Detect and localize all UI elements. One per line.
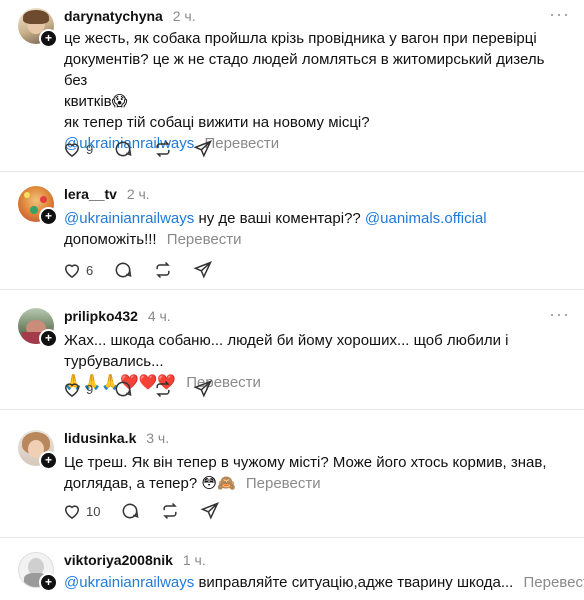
comment-line: Жах... шкода собаню... людей би йому хор…: [64, 332, 509, 370]
share-icon: [193, 261, 213, 279]
share-button[interactable]: [193, 139, 213, 159]
heart-icon: [64, 264, 80, 278]
repost-button[interactable]: [160, 501, 180, 521]
more-options-icon[interactable]: ···: [549, 4, 570, 25]
follow-plus-icon[interactable]: +: [39, 573, 58, 592]
comment: + viktoriya2008nik 1 ч. @ukrainianrailwa…: [0, 538, 584, 600]
timestamp: 2 ч.: [172, 8, 196, 24]
avatar[interactable]: +: [18, 430, 58, 470]
comment: + darynatychyna 2 ч. ··· це жесть, як со…: [0, 0, 584, 172]
mention-link[interactable]: @ukrainianrailways: [64, 574, 194, 591]
repost-icon: [156, 140, 171, 158]
comment-header: darynatychyna 2 ч.: [64, 8, 196, 24]
comment-icon: [115, 141, 132, 157]
action-bar: 10: [62, 500, 240, 522]
comment-text-segment: виправляйте ситуацію,адже тварину шкода.…: [194, 574, 514, 591]
comment-header: viktoriya2008nik 1 ч.: [64, 552, 206, 568]
comment-line: як тепер тій собаці вижити на новому міс…: [64, 114, 370, 131]
repost-button[interactable]: [153, 139, 173, 159]
comment-line: Це треш. Як він тепер в чужому місті? Мо…: [64, 454, 547, 471]
timestamp: 2 ч.: [126, 186, 150, 202]
timestamp: 3 ч.: [146, 430, 170, 446]
action-bar: 9: [62, 378, 233, 400]
comment-text: @ukrainianrailways ну де ваші коментарі?…: [64, 208, 560, 250]
repost-button[interactable]: [153, 379, 173, 399]
share-icon: [200, 502, 220, 520]
follow-plus-icon[interactable]: +: [39, 451, 58, 470]
comment-line: документів? це ж не стадо людей ломлятьс…: [64, 51, 545, 89]
like-count: 10: [86, 503, 101, 519]
heart-icon: [64, 505, 80, 519]
comment: + lidusinka.k 3 ч. Це треш. Як він тепер…: [0, 410, 584, 538]
more-options-icon[interactable]: ···: [549, 304, 570, 325]
share-button[interactable]: [193, 379, 213, 399]
timestamp: 4 ч.: [147, 308, 171, 324]
like-count: 6: [86, 262, 94, 278]
comment-text: @ukrainianrailways виправляйте ситуацію,…: [64, 572, 584, 593]
comment-text: це жесть, як собака пройшла крізь провід…: [64, 28, 560, 154]
comment-header: lidusinka.k 3 ч.: [64, 430, 169, 446]
like-button[interactable]: 9: [62, 139, 93, 159]
repost-icon: [163, 502, 178, 520]
heart-icon: [64, 143, 80, 157]
share-button[interactable]: [193, 260, 213, 280]
share-button[interactable]: [200, 501, 220, 521]
share-icon: [193, 380, 213, 398]
comment: + lera__tv 2 ч. @ukrainianrailways ну де…: [0, 172, 584, 290]
mention-link[interactable]: @ukrainianrailways: [64, 210, 194, 227]
comment-line: квитків😱: [64, 93, 128, 110]
reply-button[interactable]: [113, 260, 133, 280]
repost-button[interactable]: [153, 260, 173, 280]
follow-plus-icon[interactable]: +: [39, 29, 58, 48]
action-bar: 9: [62, 138, 233, 160]
username[interactable]: lidusinka.k: [64, 430, 136, 446]
timestamp: 1 ч.: [182, 552, 206, 568]
follow-plus-icon[interactable]: +: [39, 207, 58, 226]
like-button[interactable]: 9: [62, 379, 93, 399]
heart-icon: [64, 383, 80, 397]
comment-icon: [115, 262, 132, 278]
comment-header: lera__tv 2 ч.: [64, 186, 150, 202]
username[interactable]: viktoriya2008nik: [64, 552, 173, 568]
reply-button[interactable]: [120, 501, 140, 521]
like-count: 9: [86, 381, 94, 397]
reply-button[interactable]: [113, 379, 133, 399]
avatar[interactable]: +: [18, 552, 58, 592]
like-count: 9: [86, 141, 94, 157]
comment-icon: [115, 381, 132, 397]
repost-icon: [156, 380, 171, 398]
comment-line: це жесть, як собака пройшла крізь провід…: [64, 30, 537, 47]
translate-link[interactable]: Перевести: [246, 475, 321, 492]
username[interactable]: lera__tv: [64, 186, 117, 202]
avatar[interactable]: +: [18, 186, 58, 226]
avatar[interactable]: +: [18, 308, 58, 348]
username[interactable]: darynatychyna: [64, 8, 163, 24]
mention-link[interactable]: @uanimals.official: [365, 210, 487, 227]
comment: + prilipko432 4 ч. ··· Жах... шкода соба…: [0, 290, 584, 410]
like-button[interactable]: 6: [62, 260, 93, 280]
like-button[interactable]: 10: [62, 501, 100, 521]
comment-header: prilipko432 4 ч.: [64, 308, 171, 324]
share-icon: [193, 140, 213, 158]
translate-link[interactable]: Перевести: [167, 231, 242, 248]
repost-icon: [156, 261, 171, 279]
comment-text: Це треш. Як він тепер в чужому місті? Мо…: [64, 452, 560, 494]
comment-icon: [123, 503, 139, 519]
follow-plus-icon[interactable]: +: [39, 329, 58, 348]
reply-button[interactable]: [113, 139, 133, 159]
action-bar: 6: [62, 259, 233, 281]
avatar[interactable]: +: [18, 8, 58, 48]
comment-text-segment: ну де ваші коментарі??: [194, 210, 365, 227]
translate-link[interactable]: Перевести: [524, 574, 584, 591]
comment-line: допоможіть!!!: [64, 231, 157, 248]
username[interactable]: prilipko432: [64, 308, 138, 324]
comment-line: доглядав, а тепер? 😳🙈: [64, 475, 236, 492]
